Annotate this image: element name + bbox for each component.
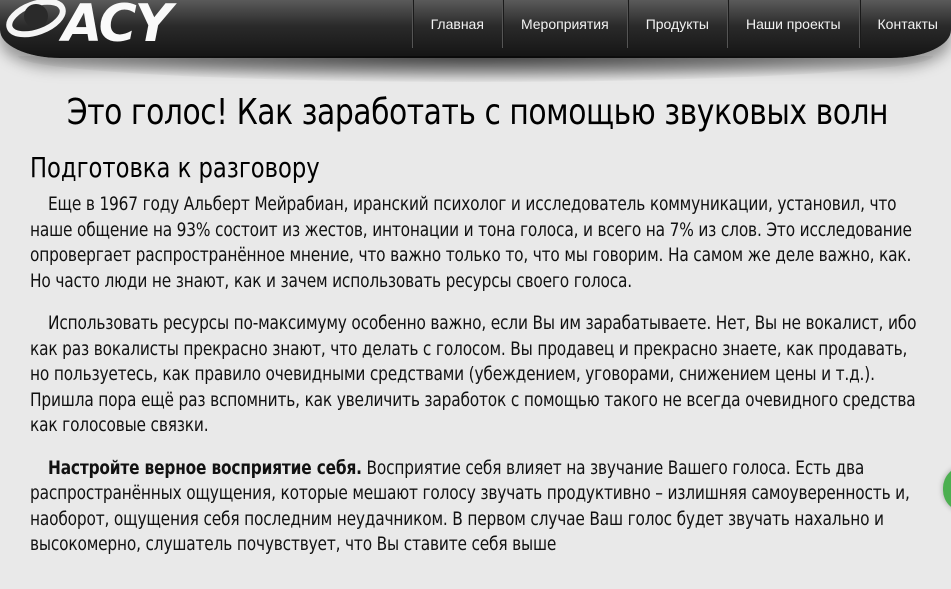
nav-item-events[interactable]: Мероприятия bbox=[501, 0, 627, 48]
article-paragraph: Настройте верное восприятие себя. Воспри… bbox=[30, 456, 921, 558]
logo-text: ACY bbox=[62, 0, 172, 54]
nav-item-products[interactable]: Продукты bbox=[626, 0, 727, 48]
site-logo[interactable]: ACY bbox=[0, 0, 200, 56]
section-heading: Подготовка к разговору bbox=[30, 151, 320, 184]
nav-item-contacts[interactable]: Контакты bbox=[858, 0, 951, 48]
article-content: Это голос! Как заработать с помощью звук… bbox=[30, 88, 925, 575]
header-shadow bbox=[18, 56, 933, 82]
article-paragraph: Использовать ресурсы по-максимуму особен… bbox=[30, 312, 917, 436]
logo-ring-icon bbox=[6, 0, 66, 38]
site-header: ACY Главная Мероприятия Продукты Наши пр… bbox=[0, 0, 951, 58]
main-nav: Главная Мероприятия Продукты Наши проект… bbox=[411, 0, 951, 48]
nav-item-projects[interactable]: Наши проекты bbox=[726, 0, 859, 48]
article-paragraph: Еще в 1967 году Альберт Мейрабиан, иранс… bbox=[30, 193, 912, 292]
paragraph-bold-lead: Настройте верное восприятие себя. bbox=[48, 456, 362, 479]
side-widget-tab[interactable] bbox=[943, 466, 951, 512]
nav-item-home[interactable]: Главная bbox=[411, 0, 502, 48]
page-title: Это голос! Как заработать с помощью звук… bbox=[66, 92, 889, 133]
